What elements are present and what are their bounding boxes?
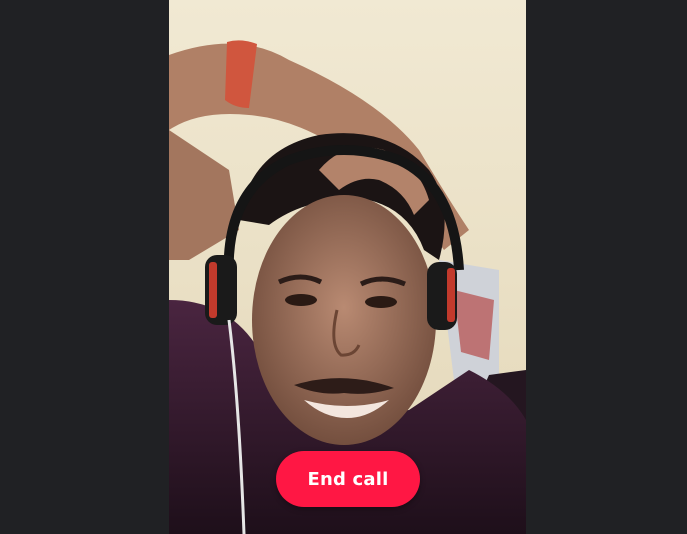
video-call-screen: End call xyxy=(0,0,687,534)
end-call-button[interactable]: End call xyxy=(276,451,420,507)
